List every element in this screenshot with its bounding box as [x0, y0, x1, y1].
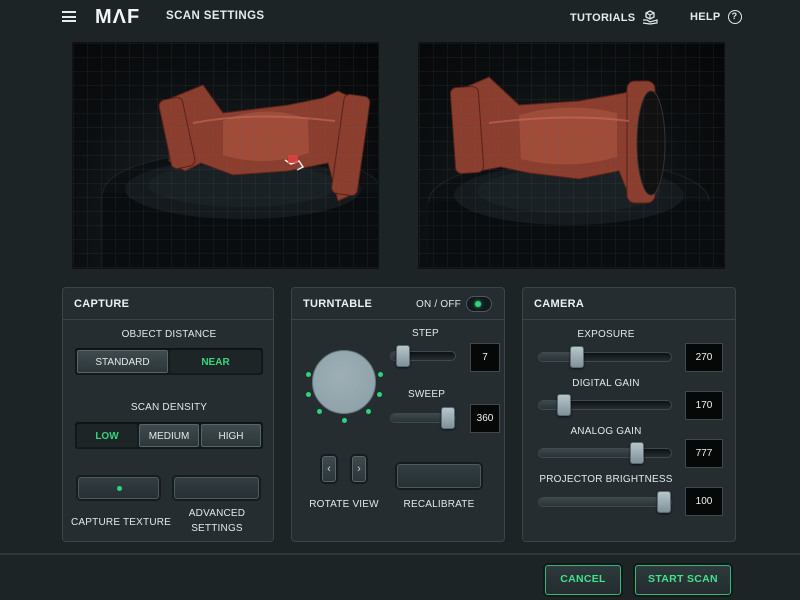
capture-title: CAPTURE [74, 298, 130, 310]
advanced-settings-label-line1: ADVANCED [188, 508, 246, 519]
exposure-label: EXPOSURE [577, 329, 635, 340]
analog-gain-slider-fill [539, 449, 637, 457]
capture-panel-header: CAPTURE [63, 288, 273, 320]
dial-step-dot [365, 408, 371, 414]
step-slider[interactable] [390, 345, 456, 367]
advanced-settings-label-line2: SETTINGS [191, 523, 243, 534]
rotate-view-label: ROTATE VIEW [309, 499, 379, 510]
turntable-toggle-indicator [475, 301, 481, 307]
recalibrate-button[interactable] [397, 464, 481, 488]
turntable-dial[interactable] [312, 350, 376, 414]
sweep-label: SWEEP [408, 389, 446, 400]
left-view-grid [73, 43, 378, 268]
turntable-on-off-label: ON / OFF [416, 299, 461, 310]
turntable-on-off-toggle[interactable] [466, 296, 492, 312]
start-scan-button[interactable]: START SCAN [635, 565, 731, 595]
projector-brightness-slider-thumb[interactable] [657, 491, 671, 513]
sweep-slider-thumb[interactable] [441, 407, 455, 429]
hamburger-menu-icon[interactable] [62, 11, 76, 22]
sweep-slider-fill [391, 414, 448, 422]
scan-density-segment: LOW MEDIUM HIGH [75, 422, 263, 449]
recalibrate-label: RECALIBRATE [403, 499, 475, 510]
object-distance-near-button[interactable]: NEAR [170, 350, 261, 373]
scan-density-label: SCAN DENSITY [130, 402, 208, 413]
projector-brightness-value[interactable]: 100 [685, 487, 723, 516]
step-value[interactable]: 7 [470, 343, 500, 372]
capture-panel: CAPTURE OBJECT DISTANCE STANDARD NEAR SC… [62, 287, 274, 542]
camera-panel: CAMERA EXPOSURE 270 DIGITAL GAIN 170 ANA… [522, 287, 736, 542]
exposure-slider-thumb[interactable] [569, 346, 584, 368]
capture-texture-indicator [117, 486, 122, 491]
right-camera-view [418, 42, 725, 269]
top-bar: MΛF SCAN SETTINGS TUTORIALS HELP ? [0, 0, 800, 34]
advanced-settings-button[interactable] [174, 477, 259, 499]
projector-brightness-label: PROJECTOR BRIGHTNESS [539, 474, 673, 485]
object-distance-label: OBJECT DISTANCE [121, 329, 217, 340]
dial-step-dot [377, 392, 383, 398]
projector-brightness-slider[interactable] [538, 491, 672, 513]
tutorials-label: TUTORIALS [570, 11, 636, 24]
object-distance-standard-button[interactable]: STANDARD [77, 350, 168, 373]
rotate-view-prev-button[interactable]: ‹ [322, 456, 336, 482]
turntable-title: TURNTABLE [303, 298, 373, 310]
analog-gain-slider[interactable] [538, 442, 672, 464]
dial-step-dot [305, 392, 311, 398]
analog-gain-slider-thumb[interactable] [629, 442, 644, 464]
help-label: HELP [690, 11, 721, 23]
scan-density-high-button[interactable]: HIGH [201, 424, 261, 447]
digital-gain-label: DIGITAL GAIN [572, 378, 640, 389]
rotate-view-next-button[interactable]: › [352, 456, 366, 482]
exposure-slider[interactable] [538, 346, 672, 368]
cube-hand-icon [643, 10, 659, 25]
scan-density-low-button[interactable]: LOW [77, 424, 137, 447]
analog-gain-value[interactable]: 777 [685, 439, 723, 468]
digital-gain-value[interactable]: 170 [685, 391, 723, 420]
projector-brightness-slider-fill [539, 498, 664, 506]
analog-gain-label: ANALOG GAIN [570, 426, 642, 437]
bottom-divider [0, 553, 800, 555]
app-logo: MΛF [95, 6, 141, 28]
left-camera-view [72, 42, 379, 269]
dial-step-dot [317, 408, 323, 414]
object-distance-segment: STANDARD NEAR [75, 348, 263, 375]
dial-step-dot [377, 372, 383, 377]
step-slider-thumb[interactable] [396, 345, 410, 367]
right-view-grid [419, 43, 724, 268]
dial-step-dot [305, 372, 311, 377]
help-icon: ? [727, 10, 742, 24]
digital-gain-slider-thumb[interactable] [556, 394, 571, 416]
scan-density-medium-button[interactable]: MEDIUM [139, 424, 199, 447]
capture-texture-label: CAPTURE TEXTURE [71, 517, 172, 528]
tutorials-link[interactable]: TUTORIALS [570, 10, 659, 25]
turntable-panel-header: TURNTABLE ON / OFF [292, 288, 504, 320]
digital-gain-slider[interactable] [538, 394, 672, 416]
sweep-value[interactable]: 360 [470, 404, 500, 433]
sweep-slider[interactable] [390, 407, 456, 429]
dial-step-dot [341, 417, 347, 423]
cancel-button[interactable]: CANCEL [545, 565, 621, 595]
help-link[interactable]: HELP ? [690, 10, 742, 24]
camera-title: CAMERA [534, 298, 585, 310]
capture-texture-toggle[interactable] [78, 477, 159, 499]
camera-panel-header: CAMERA [523, 288, 735, 320]
page-title: SCAN SETTINGS [166, 10, 265, 22]
step-label: STEP [412, 328, 439, 339]
turntable-panel: TURNTABLE ON / OFF STEP 7 SWEEP 360 ‹ › … [291, 287, 505, 542]
exposure-value[interactable]: 270 [685, 343, 723, 372]
